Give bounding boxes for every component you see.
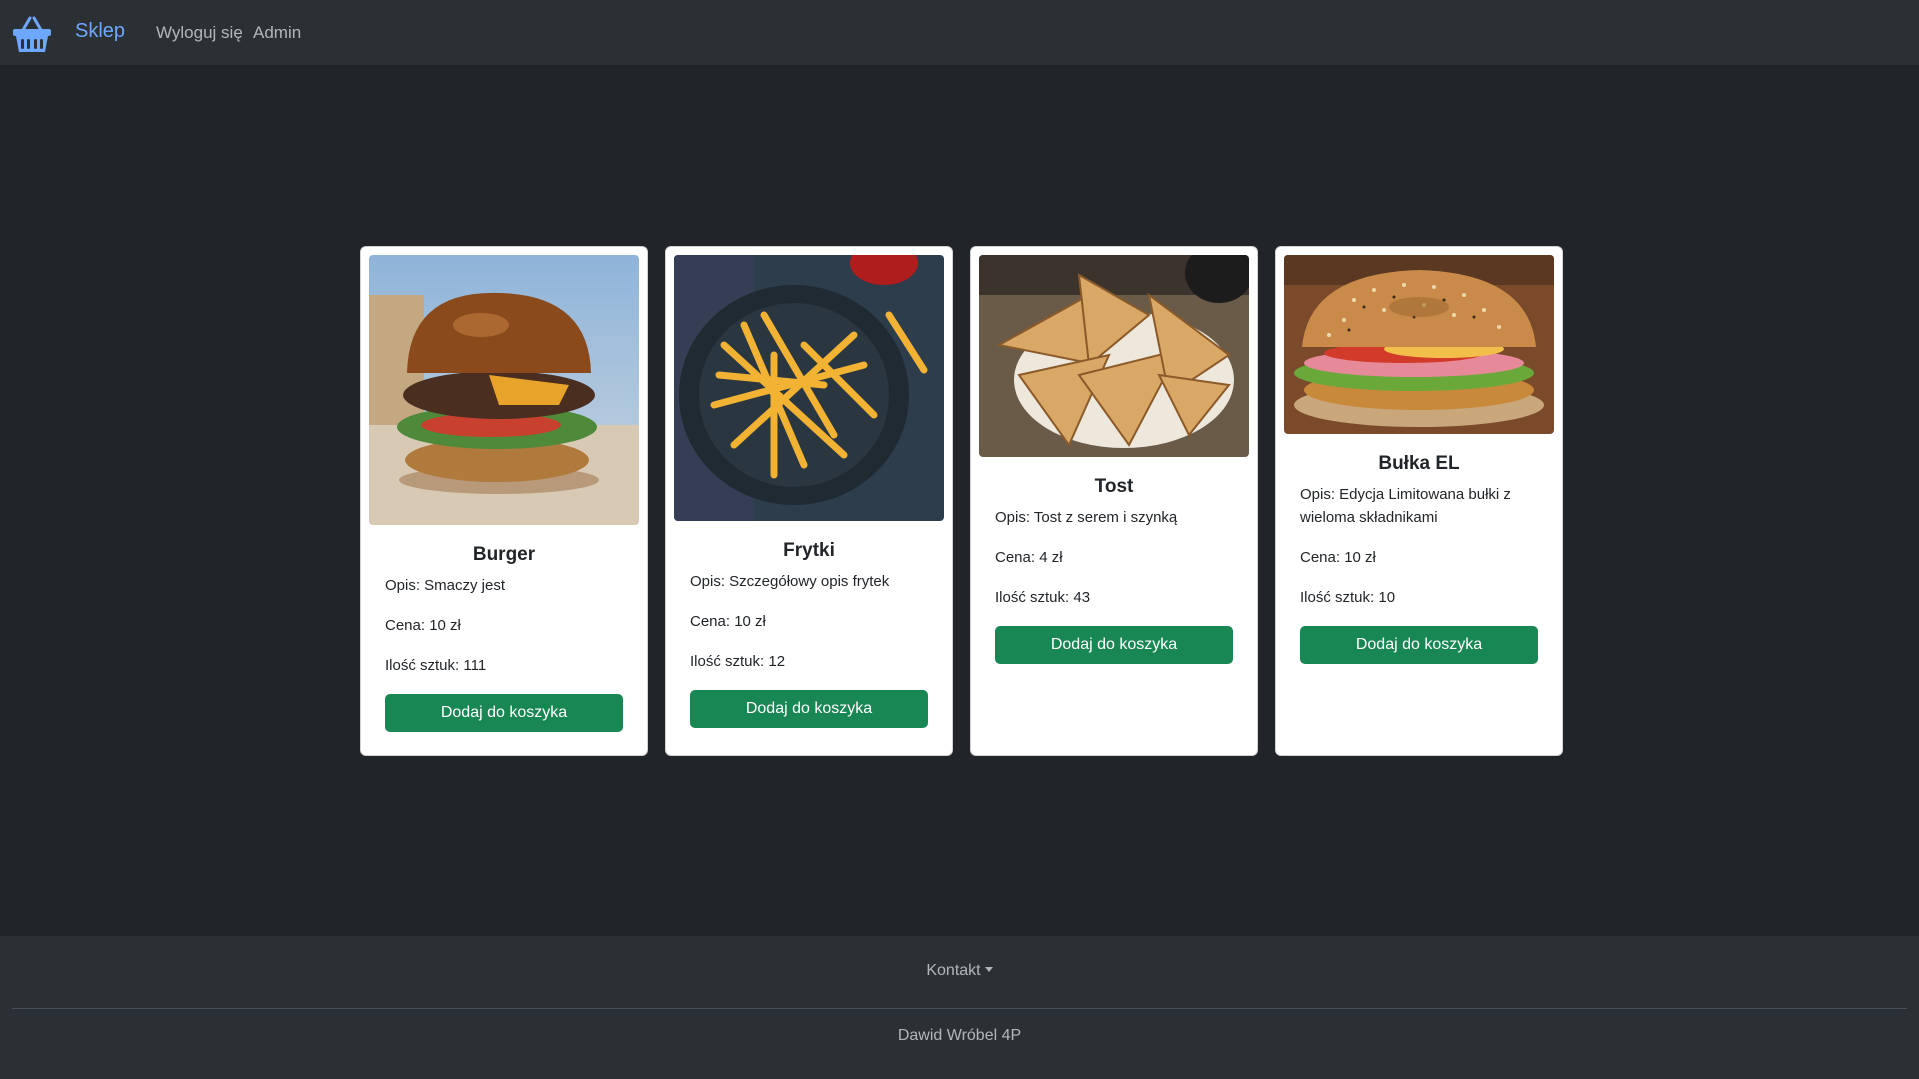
product-quantity: Ilość sztuk: 43 (995, 589, 1091, 606)
product-price: Cena: 10 zł (1300, 549, 1376, 566)
add-to-cart-button[interactable]: Dodaj do koszyka (690, 690, 928, 728)
footer-divider (12, 1008, 1907, 1009)
product-card-bulka-el: Bułka EL Opis: Edycja Limitowana bułki z… (1275, 246, 1563, 756)
product-list: Burger Opis: Smaczy jest Cena: 10 zł Ilo… (360, 246, 1563, 756)
product-price: Cena: 10 zł (385, 617, 461, 634)
product-name: Frytki (783, 540, 835, 561)
product-price: Cena: 4 zł (995, 549, 1063, 566)
add-to-cart-button[interactable]: Dodaj do koszyka (385, 694, 623, 732)
bagel-image (1284, 255, 1554, 434)
product-name: Tost (1094, 476, 1134, 497)
product-quantity: Ilość sztuk: 12 (690, 653, 786, 670)
product-description: Opis: Smaczy jest (385, 577, 506, 594)
product-description: Opis: Edycja Limitowana bułki z wieloma … (1300, 486, 1511, 526)
product-price: Cena: 10 zł (690, 613, 766, 630)
burger-image (369, 255, 639, 525)
add-to-cart-button[interactable]: Dodaj do koszyka (1300, 626, 1538, 664)
contact-label[interactable]: Kontakt (926, 962, 980, 979)
product-card-frytki: Frytki Opis: Szczegółowy opis frytek Cen… (665, 246, 953, 756)
contact-dropdown[interactable]: Kontakt (0, 962, 1919, 980)
footer: Kontakt Dawid Wróbel 4P (0, 936, 1919, 1079)
footer-author: Dawid Wróbel 4P (897, 1027, 1022, 1044)
product-quantity: Ilość sztuk: 111 (385, 657, 487, 674)
product-quantity: Ilość sztuk: 10 (1300, 589, 1396, 606)
product-card-burger: Burger Opis: Smaczy jest Cena: 10 zł Ilo… (360, 246, 648, 756)
brand-link[interactable]: Sklep (75, 20, 125, 43)
product-description: Opis: Tost z serem i szynką (995, 509, 1178, 526)
product-name: Burger (472, 544, 536, 565)
logout-link[interactable]: Wyloguj się (156, 23, 243, 43)
admin-link[interactable]: Admin (253, 23, 301, 43)
product-name: Bułka EL (1378, 453, 1460, 474)
fries-image (674, 255, 944, 521)
product-description: Opis: Szczegółowy opis frytek (690, 573, 890, 590)
basket-icon[interactable] (11, 14, 53, 54)
add-to-cart-button[interactable]: Dodaj do koszyka (995, 626, 1233, 664)
caret-down-icon[interactable] (984, 967, 993, 972)
product-card-tost: Tost Opis: Tost z serem i szynką Cena: 4… (970, 246, 1258, 756)
top-navbar: Sklep Wyloguj się Admin (0, 0, 1919, 65)
toast-image (979, 255, 1249, 457)
